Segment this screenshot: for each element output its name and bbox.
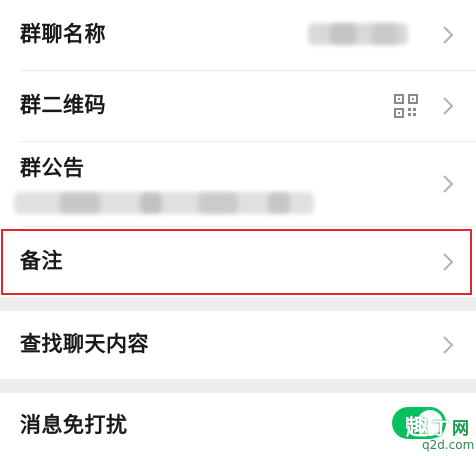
group-qr-code-row[interactable]: 群二维码	[0, 71, 476, 141]
section-gap	[0, 379, 476, 393]
section-gap	[0, 297, 476, 311]
chevron-right-icon	[443, 97, 454, 115]
qr-code-icon	[394, 94, 418, 118]
group-name-label: 群聊名称	[20, 22, 106, 46]
remark-highlight-box	[1, 229, 472, 295]
group-announcement-row[interactable]: 群公告	[0, 142, 476, 226]
watermark-domain: q2d.com	[422, 438, 475, 452]
search-chat-label: 查找聊天内容	[20, 332, 149, 356]
site-watermark: 趣 丁 网 q2d.com	[398, 400, 476, 456]
chevron-right-icon	[443, 175, 454, 193]
chevron-right-icon	[443, 26, 454, 44]
search-chat-content-row[interactable]: 查找聊天内容	[0, 311, 476, 379]
chevron-right-icon	[443, 336, 454, 354]
group-name-row[interactable]: 群聊名称	[0, 0, 476, 70]
announcement-label: 群公告	[20, 156, 85, 180]
qr-code-label: 群二维码	[20, 93, 106, 117]
watermark-char-2: 丁	[432, 419, 449, 439]
mute-label: 消息免打扰	[20, 413, 128, 437]
watermark-char-3: 网	[452, 419, 469, 439]
